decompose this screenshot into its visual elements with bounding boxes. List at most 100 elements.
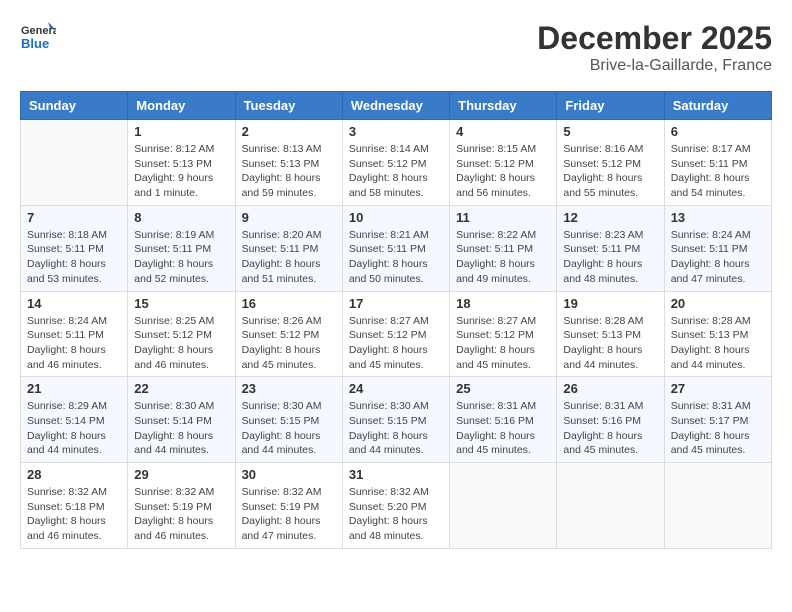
calendar-cell	[450, 463, 557, 549]
day-number: 12	[563, 210, 657, 225]
calendar-cell: 24 Sunrise: 8:30 AMSunset: 5:15 PMDayligh…	[342, 377, 449, 463]
day-number: 5	[563, 124, 657, 139]
day-number: 24	[349, 381, 443, 396]
day-number: 30	[242, 467, 336, 482]
day-number: 1	[134, 124, 228, 139]
day-number: 8	[134, 210, 228, 225]
day-info: Sunrise: 8:12 AMSunset: 5:13 PMDaylight:…	[134, 142, 228, 201]
day-number: 4	[456, 124, 550, 139]
calendar-cell: 10Sunrise: 8:21 AMSunset: 5:11 PMDayligh…	[342, 205, 449, 291]
day-number: 16	[242, 296, 336, 311]
day-number: 15	[134, 296, 228, 311]
calendar-cell: 17 Sunrise: 8:27 AMSunset: 5:12 PMDayligh…	[342, 291, 449, 377]
calendar-cell: 1 Sunrise: 8:12 AMSunset: 5:13 PMDaylight…	[128, 120, 235, 206]
weekday-header: Tuesday	[235, 92, 342, 120]
day-info: Sunrise: 8:26 AMSunset: 5:12 PMDaylight:…	[242, 314, 336, 373]
calendar-cell: 4 Sunrise: 8:15 AMSunset: 5:12 PMDaylight…	[450, 120, 557, 206]
day-info: Sunrise: 8:16 AMSunset: 5:12 PMDaylight:…	[563, 142, 657, 201]
day-info: Sunrise: 8:27 AMSunset: 5:12 PMDaylight:…	[349, 314, 443, 373]
calendar-cell: 28 Sunrise: 8:32 AMSunset: 5:18 PMDayligh…	[21, 463, 128, 549]
day-info: Sunrise: 8:25 AMSunset: 5:12 PMDaylight:…	[134, 314, 228, 373]
calendar-cell: 13 Sunrise: 8:24 AMSunset: 5:11 PMDayligh…	[664, 205, 771, 291]
weekday-header-row: SundayMondayTuesdayWednesdayThursdayFrid…	[21, 92, 772, 120]
calendar-cell: 15 Sunrise: 8:25 AMSunset: 5:12 PMDayligh…	[128, 291, 235, 377]
day-number: 25	[456, 381, 550, 396]
day-info: Sunrise: 8:22 AMSunset: 5:11 PMDaylight:…	[456, 228, 550, 287]
calendar-cell: 14 Sunrise: 8:24 AMSunset: 5:11 PMDayligh…	[21, 291, 128, 377]
calendar-table: SundayMondayTuesdayWednesdayThursdayFrid…	[20, 91, 772, 549]
calendar-cell: 27Sunrise: 8:31 AMSunset: 5:17 PMDayligh…	[664, 377, 771, 463]
calendar-cell: 2 Sunrise: 8:13 AMSunset: 5:13 PMDaylight…	[235, 120, 342, 206]
day-info: Sunrise: 8:24 AMSunset: 5:11 PMDaylight:…	[27, 314, 121, 373]
month-title: December 2025	[537, 20, 772, 57]
day-info: Sunrise: 8:19 AMSunset: 5:11 PMDaylight:…	[134, 228, 228, 287]
day-info: Sunrise: 8:13 AMSunset: 5:13 PMDaylight:…	[242, 142, 336, 201]
calendar-cell	[21, 120, 128, 206]
weekday-header: Friday	[557, 92, 664, 120]
day-number: 19	[563, 296, 657, 311]
day-number: 26	[563, 381, 657, 396]
calendar-cell	[664, 463, 771, 549]
page-header: General Blue December 2025 Brive-la-Gail…	[20, 20, 772, 75]
day-number: 2	[242, 124, 336, 139]
calendar-cell: 29 Sunrise: 8:32 AMSunset: 5:19 PMDayligh…	[128, 463, 235, 549]
weekday-header: Saturday	[664, 92, 771, 120]
calendar-cell	[557, 463, 664, 549]
calendar-week-row: 14 Sunrise: 8:24 AMSunset: 5:11 PMDayligh…	[21, 291, 772, 377]
calendar-cell: 22Sunrise: 8:30 AMSunset: 5:14 PMDayligh…	[128, 377, 235, 463]
day-info: Sunrise: 8:15 AMSunset: 5:12 PMDaylight:…	[456, 142, 550, 201]
calendar-cell: 3Sunrise: 8:14 AMSunset: 5:12 PMDaylight…	[342, 120, 449, 206]
day-info: Sunrise: 8:32 AMSunset: 5:18 PMDaylight:…	[27, 485, 121, 544]
day-number: 27	[671, 381, 765, 396]
calendar-cell: 8 Sunrise: 8:19 AMSunset: 5:11 PMDaylight…	[128, 205, 235, 291]
day-info: Sunrise: 8:23 AMSunset: 5:11 PMDaylight:…	[563, 228, 657, 287]
calendar-cell: 5 Sunrise: 8:16 AMSunset: 5:12 PMDaylight…	[557, 120, 664, 206]
calendar-cell: 18 Sunrise: 8:27 AMSunset: 5:12 PMDayligh…	[450, 291, 557, 377]
day-number: 23	[242, 381, 336, 396]
day-info: Sunrise: 8:29 AMSunset: 5:14 PMDaylight:…	[27, 399, 121, 458]
calendar-cell: 23Sunrise: 8:30 AMSunset: 5:15 PMDayligh…	[235, 377, 342, 463]
day-number: 17	[349, 296, 443, 311]
weekday-header: Thursday	[450, 92, 557, 120]
day-info: Sunrise: 8:27 AMSunset: 5:12 PMDaylight:…	[456, 314, 550, 373]
day-info: Sunrise: 8:32 AMSunset: 5:19 PMDaylight:…	[134, 485, 228, 544]
calendar-cell: 21Sunrise: 8:29 AMSunset: 5:14 PMDayligh…	[21, 377, 128, 463]
day-info: Sunrise: 8:21 AMSunset: 5:11 PMDaylight:…	[349, 228, 443, 287]
weekday-header: Monday	[128, 92, 235, 120]
svg-text:Blue: Blue	[21, 36, 49, 51]
day-info: Sunrise: 8:14 AMSunset: 5:12 PMDaylight:…	[349, 142, 443, 201]
day-info: Sunrise: 8:20 AMSunset: 5:11 PMDaylight:…	[242, 228, 336, 287]
day-number: 18	[456, 296, 550, 311]
day-number: 29	[134, 467, 228, 482]
calendar-week-row: 1 Sunrise: 8:12 AMSunset: 5:13 PMDaylight…	[21, 120, 772, 206]
calendar-cell: 20 Sunrise: 8:28 AMSunset: 5:13 PMDayligh…	[664, 291, 771, 377]
calendar-week-row: 21Sunrise: 8:29 AMSunset: 5:14 PMDayligh…	[21, 377, 772, 463]
calendar-cell: 31Sunrise: 8:32 AMSunset: 5:20 PMDayligh…	[342, 463, 449, 549]
calendar-cell: 6Sunrise: 8:17 AMSunset: 5:11 PMDaylight…	[664, 120, 771, 206]
calendar-week-row: 28 Sunrise: 8:32 AMSunset: 5:18 PMDayligh…	[21, 463, 772, 549]
calendar-cell: 9 Sunrise: 8:20 AMSunset: 5:11 PMDaylight…	[235, 205, 342, 291]
calendar-week-row: 7Sunrise: 8:18 AMSunset: 5:11 PMDaylight…	[21, 205, 772, 291]
day-number: 28	[27, 467, 121, 482]
calendar-cell: 16 Sunrise: 8:26 AMSunset: 5:12 PMDayligh…	[235, 291, 342, 377]
calendar-cell: 12 Sunrise: 8:23 AMSunset: 5:11 PMDayligh…	[557, 205, 664, 291]
calendar-cell: 30 Sunrise: 8:32 AMSunset: 5:19 PMDayligh…	[235, 463, 342, 549]
day-info: Sunrise: 8:31 AMSunset: 5:16 PMDaylight:…	[563, 399, 657, 458]
day-info: Sunrise: 8:24 AMSunset: 5:11 PMDaylight:…	[671, 228, 765, 287]
calendar-cell: 19 Sunrise: 8:28 AMSunset: 5:13 PMDayligh…	[557, 291, 664, 377]
day-number: 14	[27, 296, 121, 311]
day-info: Sunrise: 8:17 AMSunset: 5:11 PMDaylight:…	[671, 142, 765, 201]
day-info: Sunrise: 8:32 AMSunset: 5:20 PMDaylight:…	[349, 485, 443, 544]
day-info: Sunrise: 8:28 AMSunset: 5:13 PMDaylight:…	[671, 314, 765, 373]
day-info: Sunrise: 8:30 AMSunset: 5:15 PMDaylight:…	[349, 399, 443, 458]
location-title: Brive-la-Gaillarde, France	[537, 57, 772, 75]
day-info: Sunrise: 8:32 AMSunset: 5:19 PMDaylight:…	[242, 485, 336, 544]
calendar-cell: 25Sunrise: 8:31 AMSunset: 5:16 PMDayligh…	[450, 377, 557, 463]
day-number: 13	[671, 210, 765, 225]
day-number: 20	[671, 296, 765, 311]
logo-svg: General Blue	[20, 20, 56, 56]
calendar-cell: 7Sunrise: 8:18 AMSunset: 5:11 PMDaylight…	[21, 205, 128, 291]
day-info: Sunrise: 8:28 AMSunset: 5:13 PMDaylight:…	[563, 314, 657, 373]
day-number: 11	[456, 210, 550, 225]
day-number: 9	[242, 210, 336, 225]
